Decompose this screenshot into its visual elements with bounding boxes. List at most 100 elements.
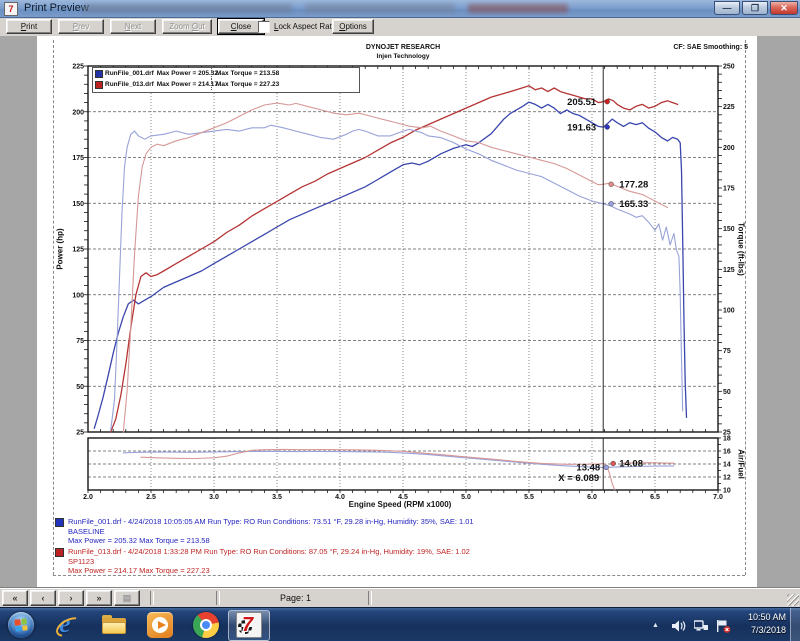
legend-file: RunFile_001.drf	[105, 70, 154, 77]
cursor-value-label: 165.33	[619, 199, 648, 210]
run2-torque-curve	[123, 103, 667, 432]
x-tick-label: 7.0	[713, 494, 723, 501]
network-icon[interactable]	[694, 620, 708, 632]
first-page-button[interactable]: «	[2, 590, 28, 606]
x-tick-label: 2.0	[83, 494, 93, 501]
run2-note: SP1123	[68, 557, 715, 567]
volume-icon[interactable]	[672, 620, 686, 632]
torque-axis-title: Torque (ft-lbs)	[737, 222, 746, 276]
internet-explorer-icon[interactable]: e	[55, 612, 81, 638]
x-tick-label: 6.0	[587, 494, 597, 501]
af-tick-label: 18	[723, 436, 731, 443]
torque-tick-label: 50	[723, 389, 731, 396]
torque-tick-label: 150	[723, 226, 735, 233]
cursor-value-label: 14.08	[619, 459, 643, 470]
cursor-value-label: 205.51	[567, 97, 597, 108]
run2-af-curve	[141, 449, 615, 489]
power-tick-label: 125	[72, 247, 84, 254]
windows-logo-icon	[14, 618, 28, 632]
next-page-button-status[interactable]: ›	[58, 590, 84, 606]
torque-tick-label: 75	[723, 348, 731, 355]
run1-torque-curve	[111, 125, 683, 430]
cursor-marker-dot	[605, 99, 610, 104]
run1-info-block: RunFile_001.drf - 4/24/2018 10:05:05 AM …	[55, 517, 715, 546]
x-axis-title: Engine Speed (RPM x1000)	[250, 500, 550, 509]
run1-note: BASELINE	[68, 527, 715, 537]
statusbar-separator	[368, 591, 372, 605]
media-player-icon[interactable]	[147, 612, 173, 638]
legend-row-run1: RunFile_001.drf Max Power = 205.32 Max T…	[93, 68, 359, 79]
chart-legend: RunFile_001.drf Max Power = 205.32 Max T…	[92, 67, 360, 93]
torque-tick-label: 200	[723, 145, 735, 152]
cursor-value-label: 191.63	[567, 122, 596, 133]
legend-row-run2: RunFile_013.drf Max Power = 214.17 Max T…	[93, 79, 359, 90]
cursor-x-label: X = 6.089	[558, 473, 599, 484]
chrome-icon[interactable]	[193, 612, 219, 638]
legend-file: RunFile_013.drf	[105, 81, 154, 88]
power-tick-label: 100	[72, 292, 84, 299]
run2-max-values: Max Power = 214.17 Max Torque = 227.23	[68, 566, 715, 576]
statusbar-separator	[150, 591, 154, 605]
hidden-icons-arrow[interactable]: ▲	[652, 622, 659, 629]
show-desktop-button[interactable]	[790, 608, 800, 641]
chart-header-company: DYNOJET RESEARCH	[355, 44, 451, 51]
last-page-button[interactable]: »	[86, 590, 112, 606]
chart-header-correction: CF: SAE Smoothing: 5	[640, 44, 748, 51]
legend-max-torque: Max Torque = 213.58	[211, 68, 279, 79]
cursor-value-label: 13.48	[576, 463, 600, 474]
run2-conditions: RunFile_013.drf - 4/24/2018 1:33:28 PM R…	[68, 547, 715, 557]
run2-info-block: RunFile_013.drf - 4/24/2018 1:33:28 PM R…	[55, 547, 715, 576]
run2-color-chip	[55, 548, 64, 557]
page-number-label: Page: 1	[280, 593, 311, 603]
torque-tick-label: 225	[723, 104, 735, 111]
windows-taskbar: e 7 ▲ 10:50 AM 7/3/2018	[0, 607, 800, 641]
run2-color-chip	[95, 81, 103, 89]
power-tick-label: 200	[72, 109, 84, 116]
torque-tick-label: 125	[723, 267, 735, 274]
power-tick-label: 75	[76, 338, 84, 345]
run2-power-curve	[111, 86, 678, 432]
cursor-value-label: 177.28	[619, 179, 648, 190]
cursor-marker-dot	[604, 465, 609, 470]
taskbar-clock[interactable]: 10:50 AM 7/3/2018	[724, 611, 786, 637]
torque-tick-label: 250	[723, 64, 735, 71]
legend-max-power: Max Power = 214.17	[157, 81, 218, 88]
cursor-marker-dot	[611, 461, 616, 466]
af-tick-label: 16	[723, 449, 731, 456]
power-tick-label: 50	[76, 384, 84, 391]
af-tick-label: 14	[723, 462, 731, 469]
status-bar: « ‹ › » ▤ Page: 1	[0, 588, 800, 608]
torque-tick-label: 175	[723, 186, 735, 193]
previous-page-button[interactable]: ‹	[30, 590, 56, 606]
x-tick-label: 6.5	[650, 494, 660, 501]
clock-date: 7/3/2018	[724, 624, 786, 637]
chart-header-subtitle: Injen Technology	[355, 53, 451, 60]
af-tick-label: 10	[723, 488, 731, 495]
run1-conditions: RunFile_001.drf - 4/24/2018 10:05:05 AM …	[68, 517, 715, 527]
legend-max-power: Max Power = 205.32	[157, 70, 218, 77]
power-tick-label: 175	[72, 155, 84, 162]
windows-explorer-icon[interactable]	[101, 612, 127, 638]
statusbar-separator	[216, 591, 220, 605]
winpep-dynojet-icon[interactable]: 7	[236, 612, 262, 638]
resize-grip[interactable]	[787, 594, 799, 606]
run1-color-chip	[55, 518, 64, 527]
power-tick-label: 225	[72, 64, 84, 71]
power-axis-title: Power (hp)	[56, 228, 65, 269]
cursor-marker-dot	[605, 125, 610, 130]
af-tick-label: 12	[723, 475, 731, 482]
power-tick-label: 150	[72, 201, 84, 208]
run1-color-chip	[95, 70, 103, 78]
airfuel-axis-title: Air/Fuel	[737, 449, 746, 479]
power-tick-label: 25	[76, 430, 84, 437]
x-tick-label: 3.0	[209, 494, 219, 501]
clock-time: 10:50 AM	[724, 611, 786, 624]
x-tick-label: 2.5	[146, 494, 156, 501]
run1-power-curve	[94, 102, 686, 428]
page-setup-button[interactable]: ▤	[114, 590, 140, 606]
start-button[interactable]	[8, 612, 34, 638]
torque-tick-label: 100	[723, 308, 735, 315]
cursor-marker-dot	[609, 201, 614, 206]
run1-max-values: Max Power = 205.32 Max Torque = 213.58	[68, 536, 715, 546]
cursor-marker-dot	[609, 182, 614, 187]
